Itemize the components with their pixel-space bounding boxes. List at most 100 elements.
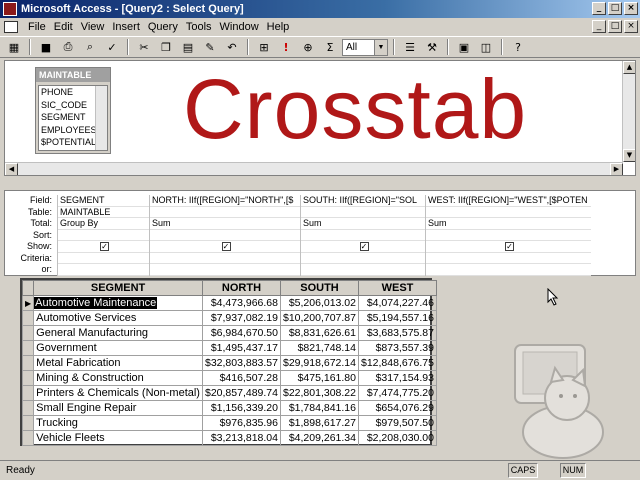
field-item[interactable]: SEGMENT [39,111,95,124]
menu-file[interactable]: File [24,21,50,33]
north-cell[interactable]: $1,156,339.20 [201,400,281,416]
query-type-icon[interactable]: ⊞ [254,38,274,56]
doc-close-button[interactable]: × [624,20,638,33]
segment-cell[interactable]: General Manufacturing [33,325,203,341]
show-checkbox[interactable]: ✓ [505,242,514,251]
grid-show-cell[interactable]: ✓ [426,241,591,253]
west-cell[interactable]: $654,076.29 [357,400,437,416]
west-cell[interactable]: $7,474,775.20 [357,385,437,401]
view-icon[interactable]: ▦ [4,38,24,56]
pane-splitter[interactable] [0,176,640,190]
row-selector[interactable] [21,355,35,371]
north-cell[interactable]: $4,473,966.68 [201,295,281,311]
row-selector[interactable] [21,385,35,401]
table-row[interactable]: Printers & Chemicals (Non-metal) $20,857… [21,385,437,401]
table-row[interactable]: ▶ Automotive Maintenance $4,473,966.68 $… [21,295,437,311]
segment-cell[interactable]: Metal Fabrication [33,355,203,371]
south-cell[interactable]: $475,161.80 [279,370,359,386]
table-pane-vscroll[interactable]: ▲ ▼ [622,61,635,162]
run-icon[interactable]: ! [276,38,296,56]
grid-criteria-cell[interactable] [150,253,300,264]
save-icon[interactable]: ■ [36,38,56,56]
segment-cell[interactable]: Printers & Chemicals (Non-metal) [33,385,203,401]
west-cell[interactable]: $12,848,676.75 [357,355,437,371]
document-icon[interactable] [4,21,18,33]
grid-sort-cell[interactable] [58,230,149,241]
scroll-up-icon[interactable]: ▲ [623,61,635,74]
chevron-down-icon[interactable]: ▼ [374,39,387,55]
scroll-down-icon[interactable]: ▼ [623,149,635,162]
field-list-scrollbar[interactable] [95,86,107,150]
west-cell[interactable]: $2,208,030.00 [357,430,437,446]
menu-view[interactable]: View [77,21,109,33]
grid-criteria-cell[interactable] [58,253,149,264]
grid-field-cell[interactable]: NORTH: IIf([REGION]="NORTH",[$ [150,195,300,207]
grid-sort-cell[interactable] [150,230,300,241]
table-row[interactable]: Automotive Services $7,937,082.19 $10,20… [21,310,437,326]
grid-field-cell[interactable]: SEGMENT [58,195,149,207]
segment-cell[interactable]: Automotive Maintenance [33,295,203,311]
grid-table-cell[interactable] [150,207,300,218]
grid-total-cell[interactable]: Sum [301,218,425,230]
grid-total-cell[interactable]: Sum [150,218,300,230]
paste-icon[interactable]: ▤ [178,38,198,56]
table-row[interactable]: Government $1,495,437.17 $821,748.14 $87… [21,340,437,356]
preview-icon[interactable]: ⌕ [80,38,100,56]
north-cell[interactable]: $3,213,818.04 [201,430,281,446]
table-row[interactable]: Trucking $976,835.96 $1,898,617.27 $979,… [21,415,437,431]
spelling-icon[interactable]: ✓ [102,38,122,56]
scroll-left-icon[interactable]: ◀ [5,163,18,175]
current-record-icon[interactable]: ▶ [21,295,35,311]
totals-icon[interactable]: Σ [320,38,340,56]
west-cell[interactable]: $317,154.93 [357,370,437,386]
grid-or-cell[interactable] [301,264,425,276]
field-item[interactable]: PHONE [39,86,95,99]
doc-minimize-button[interactable]: _ [592,20,606,33]
south-cell[interactable]: $29,918,672.14 [279,355,359,371]
field-list[interactable]: PHONE SIC_CODE SEGMENT EMPLOYEES $POTENT… [38,85,108,151]
west-cell[interactable]: $4,074,227.46 [357,295,437,311]
grid-field-cell[interactable]: SOUTH: IIf([REGION]="SOL [301,195,425,207]
menu-help[interactable]: Help [263,21,294,33]
south-cell[interactable]: $5,206,013.02 [279,295,359,311]
north-cell[interactable]: $7,937,082.19 [201,310,281,326]
table-row[interactable]: Metal Fabrication $32,803,883.57 $29,918… [21,355,437,371]
field-item[interactable]: EMPLOYEES [39,124,95,137]
top-values-combo[interactable]: All ▼ [342,38,388,56]
north-cell[interactable]: $1,495,437.17 [201,340,281,356]
table-pane-hscroll[interactable]: ◀ ▶ [5,162,623,175]
cut-icon[interactable]: ✂ [134,38,154,56]
show-checkbox[interactable]: ✓ [100,242,109,251]
menu-window[interactable]: Window [216,21,263,33]
row-selector[interactable] [21,370,35,386]
north-cell[interactable]: $416,507.28 [201,370,281,386]
build-icon[interactable]: ⚒ [422,38,442,56]
row-selector[interactable] [21,310,35,326]
table-field-list[interactable]: MAINTABLE PHONE SIC_CODE SEGMENT EMPLOYE… [35,67,111,154]
grid-total-cell[interactable]: Group By [58,218,149,230]
west-cell[interactable]: $5,194,557.16 [357,310,437,326]
grid-show-cell[interactable]: ✓ [301,241,425,253]
column-header-north[interactable]: NORTH [201,280,281,296]
undo-icon[interactable]: ↶ [222,38,242,56]
table-row[interactable]: Mining & Construction $416,507.28 $475,1… [21,370,437,386]
grid-or-cell[interactable] [426,264,591,276]
column-header-west[interactable]: WEST [357,280,437,296]
west-cell[interactable]: $3,683,575.87 [357,325,437,341]
south-cell[interactable]: $8,831,626.61 [279,325,359,341]
grid-or-cell[interactable] [58,264,149,276]
format-painter-icon[interactable]: ✎ [200,38,220,56]
south-cell[interactable]: $821,748.14 [279,340,359,356]
show-checkbox[interactable]: ✓ [221,242,231,251]
grid-table-cell[interactable] [426,207,591,218]
west-cell[interactable]: $979,507.50 [357,415,437,431]
grid-criteria-cell[interactable] [426,253,591,264]
table-row[interactable]: General Manufacturing $6,984,670.50 $8,8… [21,325,437,341]
grid-sort-cell[interactable] [426,230,591,241]
north-cell[interactable]: $976,835.96 [201,415,281,431]
menu-query[interactable]: Query [144,21,182,33]
grid-sort-cell[interactable] [301,230,425,241]
print-icon[interactable]: ⎙ [58,38,78,56]
close-button[interactable]: × [624,2,638,15]
north-cell[interactable]: $20,857,489.74 [201,385,281,401]
